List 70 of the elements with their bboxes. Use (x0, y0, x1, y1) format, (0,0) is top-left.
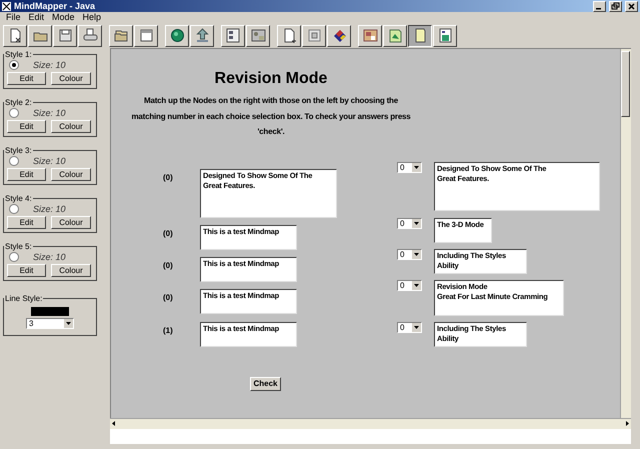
instructions: Match up the Nodes on the right with those on the left by choosing the matching number in each choice selection box. To check your answers press 'check'. (131, 95, 411, 138)
menu-item[interactable]: Help (78, 12, 106, 23)
node-number: (0) (163, 292, 174, 304)
group-label: Style 5: (4, 242, 33, 251)
edit-button[interactable]: Edit (7, 72, 46, 85)
app-icon (2, 2, 11, 10)
dropdown-arrow-icon (412, 280, 421, 290)
square-icon (306, 27, 322, 44)
globe-icon (168, 27, 186, 44)
toolbar-button[interactable] (408, 24, 432, 46)
window-title: MindMapper - Java (14, 1, 96, 11)
choice-select[interactable]: 0 (397, 248, 422, 260)
size-label: Size: 10 (33, 156, 66, 166)
horizontal-scrollbar[interactable] (110, 418, 631, 429)
colour-button[interactable]: Colour (51, 72, 91, 85)
menu-item[interactable]: File (2, 12, 25, 23)
node-number: (0) (163, 228, 174, 240)
menu-item[interactable]: Mode (48, 12, 79, 23)
group-label: Style 1: (4, 50, 33, 59)
picture-icon (250, 27, 266, 44)
group-label: Style 2: (4, 98, 33, 107)
chart-icon (436, 27, 454, 44)
dropdown-arrow-icon (64, 319, 73, 328)
edit-button[interactable]: Edit (7, 264, 46, 277)
edit-button[interactable]: Edit (7, 168, 46, 181)
check-button[interactable]: Check (250, 376, 281, 390)
vertical-scrollbar[interactable] (620, 49, 631, 418)
colour-button[interactable]: Colour (51, 216, 91, 229)
radio-button[interactable] (9, 204, 19, 214)
node-number: (0) (163, 260, 174, 272)
dropdown-arrow-icon (412, 322, 421, 332)
group-label: Line Style: (4, 294, 44, 303)
dropdown-arrow-icon (412, 250, 421, 258)
colour-button[interactable]: Colour (51, 264, 91, 277)
form-icon (224, 27, 242, 44)
dropdown-arrow-icon (412, 162, 421, 172)
node-number: (0) (163, 172, 174, 184)
close-icon[interactable] (625, 0, 638, 12)
upload-icon (194, 27, 210, 44)
node-number: (1) (163, 324, 174, 337)
window-icon (138, 27, 154, 44)
minimize-icon[interactable] (593, 0, 606, 12)
size-label: Size: 10 (33, 108, 66, 118)
scroll-right-icon[interactable] (623, 419, 631, 428)
edit-button[interactable]: Edit (7, 216, 46, 229)
size-label: Size: 10 (33, 60, 66, 70)
scroll-left-icon[interactable] (110, 419, 118, 428)
size-label: Size: 10 (33, 252, 66, 262)
colour-button[interactable]: Colour (51, 120, 91, 133)
choice-select[interactable]: 0 (397, 322, 422, 332)
line-width-select[interactable]: 3 (26, 318, 74, 329)
size-label: Size: 10 (33, 204, 66, 214)
page-title: Revision Mode (214, 70, 328, 88)
radio-button[interactable] (9, 108, 19, 118)
note-icon (386, 27, 404, 44)
radio-button[interactable] (9, 252, 19, 262)
group-label: Style 4: (4, 194, 33, 203)
edit-button[interactable]: Edit (7, 120, 46, 133)
choice-select[interactable]: 0 (397, 218, 422, 228)
image-icon (362, 27, 378, 44)
radio-button[interactable] (9, 156, 19, 166)
restore-icon[interactable] (609, 0, 622, 12)
colour-button[interactable]: Colour (51, 168, 91, 181)
group-label: Style 3: (4, 146, 33, 155)
line-preview (31, 307, 69, 316)
choice-select[interactable]: 0 (397, 280, 422, 290)
choice-select[interactable]: 0 (397, 162, 422, 172)
dropdown-arrow-icon (412, 218, 421, 228)
radio-button[interactable] (9, 60, 19, 70)
menu-item[interactable]: Edit (24, 12, 48, 23)
